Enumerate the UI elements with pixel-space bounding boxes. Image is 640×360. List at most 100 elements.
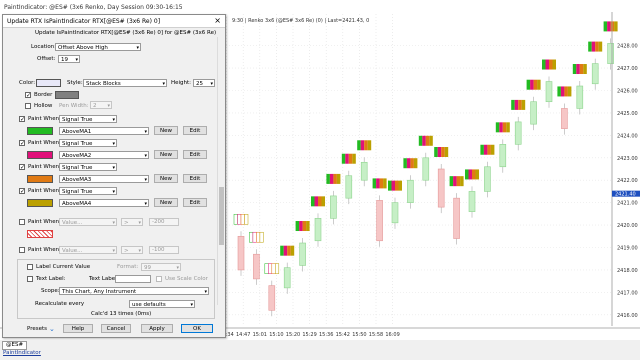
paint-block bbox=[318, 196, 322, 207]
paint-block bbox=[591, 41, 596, 52]
paint-block bbox=[336, 173, 341, 184]
text-label-checkbox[interactable] bbox=[27, 276, 33, 282]
paint-block bbox=[518, 99, 522, 110]
paint-when-5-op[interactable]: > ▾ bbox=[121, 218, 143, 226]
dialog-title: Update RTX IsPaintIndicator RTX[@ES# (3x… bbox=[7, 18, 161, 25]
renko-brick bbox=[530, 101, 537, 125]
paint-when-2-edit-button[interactable]: Edit bbox=[183, 150, 207, 159]
renko-brick bbox=[514, 121, 522, 145]
scope-label: Scope: bbox=[41, 288, 60, 294]
paint-when-1-swatch[interactable] bbox=[27, 127, 53, 135]
text-label-input[interactable] bbox=[115, 275, 151, 283]
paint-when-2-new-button[interactable]: New bbox=[154, 150, 178, 159]
border-checkbox[interactable]: ✓ bbox=[25, 92, 31, 99]
paint-when-1-checkbox[interactable]: ✓ bbox=[19, 116, 25, 123]
offset-select[interactable]: 19 ▾ bbox=[58, 55, 80, 63]
paint-block bbox=[499, 122, 503, 133]
help-button[interactable]: Help bbox=[63, 324, 93, 333]
ok-button[interactable]: OK bbox=[181, 324, 213, 333]
renko-brick bbox=[376, 200, 383, 242]
paint-when-5-swatch[interactable] bbox=[27, 230, 53, 238]
paint-when-2-indicator[interactable]: AboveMA2 ▾ bbox=[59, 151, 149, 159]
paint-when-6-select[interactable]: Value... ▾ bbox=[59, 246, 117, 254]
paint-when-4-select[interactable]: Signal True ▾ bbox=[59, 187, 117, 195]
paint-when-6-op[interactable]: > ▾ bbox=[121, 246, 143, 254]
renko-brick bbox=[391, 202, 399, 224]
paint-when-1-select[interactable]: Signal True ▾ bbox=[59, 115, 117, 123]
paint-when-3-edit-button[interactable]: Edit bbox=[183, 174, 207, 183]
paint-block bbox=[514, 99, 519, 110]
paint-when-2-select[interactable]: Signal True ▾ bbox=[59, 139, 117, 147]
scope-select[interactable]: This Chart, Any Instrument ▾ bbox=[59, 287, 209, 295]
paint-when-2-checkbox[interactable]: ✓ bbox=[19, 140, 25, 147]
paint-when-5-value[interactable]: -200 bbox=[149, 218, 179, 226]
chevron-down-icon: ▾ bbox=[144, 177, 147, 183]
height-select[interactable]: 25 ▾ bbox=[193, 79, 215, 87]
paint-when-6-value[interactable]: -100 bbox=[149, 246, 179, 254]
recalc-select[interactable]: use defaults ▾ bbox=[129, 300, 195, 308]
paint-when-6-checkbox[interactable] bbox=[19, 247, 25, 253]
offset-label: Offset: bbox=[37, 56, 56, 62]
time-tick-label: 15:58 bbox=[369, 332, 383, 338]
border-color-swatch[interactable] bbox=[55, 91, 79, 99]
symbol-tab[interactable]: @ES# bbox=[2, 341, 28, 350]
paint-block bbox=[444, 147, 449, 157]
style-select[interactable]: Stack Blocks ▾ bbox=[83, 79, 167, 87]
paint-when-5-select[interactable]: Value... ▾ bbox=[59, 218, 117, 226]
paint-block bbox=[264, 263, 269, 274]
pen-width-select[interactable]: 2 ▾ bbox=[90, 101, 112, 109]
paint-when-3-checkbox[interactable]: ✓ bbox=[19, 164, 25, 171]
paint-when-2-swatch[interactable] bbox=[27, 151, 53, 159]
paint-when-1-new-button[interactable]: New bbox=[154, 126, 178, 135]
presets-label[interactable]: Presets bbox=[27, 326, 47, 332]
chevron-down-icon: ▾ bbox=[112, 189, 115, 195]
price-tick-label: 2417.00 bbox=[617, 290, 638, 296]
paint-block bbox=[614, 21, 618, 32]
chevron-down-icon: ▾ bbox=[162, 81, 165, 87]
paint-when-3-select[interactable]: Signal True ▾ bbox=[59, 163, 117, 171]
hollow-label: Hollow bbox=[34, 103, 53, 109]
dialog-scrollbar[interactable] bbox=[217, 37, 225, 305]
location-select[interactable]: Offset Above High ▾ bbox=[55, 43, 141, 51]
cancel-button[interactable]: Cancel bbox=[101, 324, 131, 333]
close-icon[interactable]: × bbox=[214, 16, 221, 25]
paint-when-3-new-button[interactable]: New bbox=[154, 174, 178, 183]
paint-when-1-edit-button[interactable]: Edit bbox=[183, 126, 207, 135]
paint-when-4-checkbox[interactable]: ✓ bbox=[19, 188, 25, 195]
paint-block bbox=[403, 158, 407, 169]
paint-when-1-indicator[interactable]: AboveMA1 ▾ bbox=[59, 127, 149, 135]
paint-when-3-indicator[interactable]: AboveMA3 ▾ bbox=[59, 175, 149, 183]
paint-block bbox=[425, 135, 430, 146]
format-select[interactable]: 99 ▾ bbox=[141, 263, 181, 271]
paint-when-5-checkbox[interactable] bbox=[19, 219, 25, 225]
color-swatch[interactable] bbox=[36, 79, 61, 87]
renko-brick bbox=[407, 179, 414, 203]
indicator-tab[interactable]: PaintIndicator bbox=[3, 350, 41, 356]
paint-block bbox=[595, 41, 599, 52]
paint-block bbox=[398, 180, 402, 191]
use-scale-color-checkbox[interactable] bbox=[156, 276, 162, 282]
paint-block bbox=[579, 64, 584, 75]
label-current-value-label: Label Current Value bbox=[36, 264, 91, 270]
dialog-title-bar: Update RTX IsPaintIndicator RTX[@ES# (3x… bbox=[3, 15, 225, 28]
paint-when-3-label: Paint When bbox=[28, 164, 60, 170]
apply-button[interactable]: Apply bbox=[141, 324, 173, 333]
paint-block bbox=[240, 214, 245, 225]
scrollbar-thumb[interactable] bbox=[219, 187, 224, 245]
renko-brick bbox=[499, 144, 507, 168]
paint-block bbox=[287, 245, 291, 256]
renko-brick bbox=[330, 195, 337, 219]
paint-when-4-swatch[interactable] bbox=[27, 199, 53, 207]
chevron-down-icon[interactable]: ⌄ bbox=[49, 325, 55, 333]
renko-brick bbox=[468, 191, 476, 212]
paint-when-4-edit-button[interactable]: Edit bbox=[183, 198, 207, 207]
paint-block bbox=[434, 147, 438, 157]
time-tick-label: 15:36 bbox=[319, 332, 333, 338]
paint-when-4-indicator[interactable]: AboveMA4 ▾ bbox=[59, 199, 149, 207]
label-current-value-checkbox[interactable] bbox=[27, 264, 33, 270]
paint-when-4-new-button[interactable]: New bbox=[154, 198, 178, 207]
chevron-down-icon: ▾ bbox=[112, 117, 115, 123]
hollow-checkbox[interactable] bbox=[25, 103, 31, 109]
paint-block bbox=[410, 158, 414, 169]
paint-when-3-swatch[interactable] bbox=[27, 175, 53, 183]
